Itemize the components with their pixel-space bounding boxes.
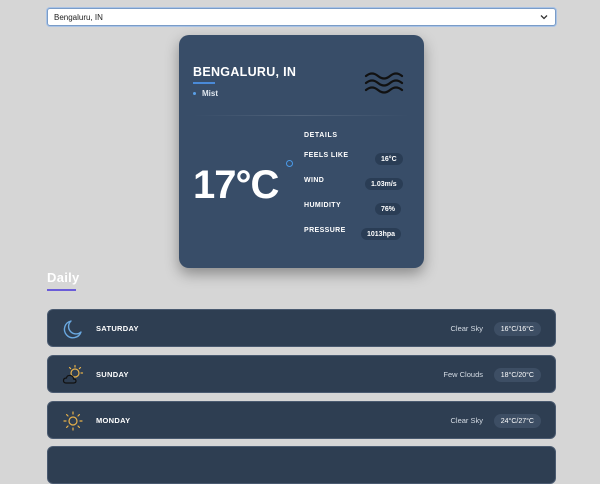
current-temperature: 17°C (193, 163, 279, 207)
temperature-dot (286, 160, 293, 167)
day-description: Clear Sky (450, 324, 483, 333)
day-temp-range: 16°C/16°C (493, 322, 541, 336)
day-name: MONDAY (96, 416, 131, 425)
location-select[interactable]: Bengaluru, IN (47, 8, 556, 26)
day-temp-range: 24°C/27°C (493, 414, 541, 428)
moon-icon (63, 320, 82, 339)
chevron-down-icon (540, 15, 548, 20)
feels-like-value: 16°C (375, 153, 403, 165)
day-name: SATURDAY (96, 324, 139, 333)
daily-title: Daily (47, 270, 80, 285)
location-select-value: Bengaluru, IN (54, 12, 103, 22)
city-underline (193, 82, 215, 84)
humidity-label: HUMIDITY (304, 202, 342, 209)
wind-label: WIND (304, 177, 325, 184)
feels-like-label: FEELS LIKE (304, 152, 349, 159)
wind-value: 1.03m/s (365, 178, 403, 190)
details-title: DETAILS (304, 132, 338, 139)
pressure-value: 1013hpa (361, 228, 402, 240)
day-temp-range: 18°C/20°C (493, 368, 541, 382)
sun-icon (63, 411, 83, 431)
daily-row-next[interactable] (47, 446, 556, 484)
daily-row-sunday[interactable]: SUNDAY Few Clouds 18°C/20°C (47, 355, 556, 393)
mist-icon (364, 72, 404, 94)
humidity-value: 76% (375, 203, 402, 215)
daily-underline (47, 289, 76, 291)
day-name: SUNDAY (96, 370, 129, 379)
current-weather-card: BENGALURU, IN Mist 17°C DETAILS FEELS LI… (179, 35, 424, 268)
daily-row-monday[interactable]: MONDAY Clear Sky 24°C/27°C (47, 401, 556, 439)
pressure-label: PRESSURE (304, 227, 346, 234)
city-name: BENGALURU, IN (193, 65, 297, 79)
daily-row-saturday[interactable]: SATURDAY Clear Sky 16°C/16°C (47, 309, 556, 347)
condition-dot (193, 92, 196, 95)
day-description: Clear Sky (450, 416, 483, 425)
condition-label: Mist (202, 89, 218, 98)
day-description: Few Clouds (443, 370, 483, 379)
partly-cloudy-icon (62, 364, 84, 384)
card-divider (193, 115, 410, 116)
current-condition: Mist (193, 89, 218, 98)
